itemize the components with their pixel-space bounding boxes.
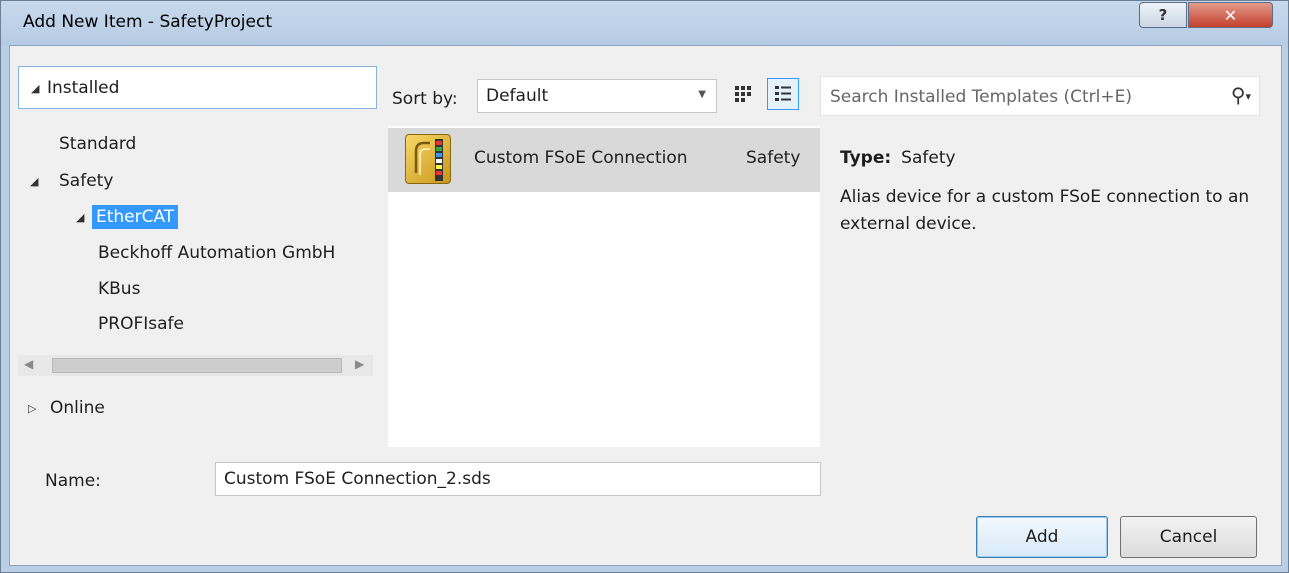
collapsed-arrow-icon: ▷ xyxy=(28,401,37,415)
tree-node-safety[interactable]: ◢ Safety xyxy=(30,166,113,196)
sort-by-value: Default xyxy=(486,86,549,106)
search-templates-box[interactable]: Search Installed Templates (Ctrl+E) ⚲▾ xyxy=(820,76,1260,116)
tree-node-installed[interactable]: ◢ Installed xyxy=(18,66,377,109)
dialog-window: Add New Item - SafetyProject ? ✕ ◢ Insta… xyxy=(0,0,1289,573)
tree-node-label: KBus xyxy=(98,279,141,299)
template-name: Custom FSoE Connection xyxy=(474,148,688,168)
scroll-right-icon[interactable]: ▶ xyxy=(355,357,364,371)
search-icon[interactable]: ⚲▾ xyxy=(1231,83,1251,107)
tree-node-label-selected: EtherCAT xyxy=(92,205,179,229)
tree-node-online[interactable]: ▷ Online xyxy=(28,393,105,423)
tree-node-profisafe[interactable]: PROFIsafe xyxy=(98,309,184,339)
expanded-arrow-icon: ◢ xyxy=(31,81,40,95)
cancel-button[interactable]: Cancel xyxy=(1120,516,1257,558)
help-button[interactable]: ? xyxy=(1139,2,1187,28)
chevron-down-icon: ▼ xyxy=(698,89,706,100)
sort-by-dropdown[interactable]: Default ▼ xyxy=(477,79,717,113)
tree-row-installed: ◢ Installed xyxy=(31,73,119,103)
small-icons-view-button[interactable] xyxy=(727,78,759,110)
grid-view-icon xyxy=(735,86,751,102)
type-value: Safety xyxy=(901,148,956,168)
add-button[interactable]: Add xyxy=(976,516,1108,558)
template-details-panel: Type: Safety Alias device for a custom FS… xyxy=(820,126,1280,447)
expanded-arrow-icon: ◢ xyxy=(30,174,39,188)
type-line: Type: Safety xyxy=(840,148,956,168)
template-description: Alias device for a custom FSoE connectio… xyxy=(840,187,1250,234)
close-button[interactable]: ✕ xyxy=(1188,2,1273,28)
help-icon: ? xyxy=(1158,6,1168,24)
tree-node-label: Online xyxy=(50,398,105,418)
details-view-button[interactable] xyxy=(767,78,799,110)
list-view-icon xyxy=(775,86,791,101)
name-input[interactable] xyxy=(215,462,821,496)
dialog-client-area: ◢ Installed Standard ◢ Safety ◢ EtherCAT… xyxy=(9,45,1282,566)
search-input[interactable]: Search Installed Templates (Ctrl+E) xyxy=(830,87,1132,107)
tree-node-label: Safety xyxy=(59,171,114,191)
close-icon: ✕ xyxy=(1223,5,1238,25)
template-list: Custom FSoE Connection Safety xyxy=(388,126,820,447)
window-title: Add New Item - SafetyProject xyxy=(23,12,272,32)
name-label: Name: xyxy=(45,471,101,491)
sort-by-label: Sort by: xyxy=(392,89,458,109)
tree-node-label: Standard xyxy=(59,134,137,154)
fsoe-device-icon xyxy=(405,134,451,184)
scroll-left-icon[interactable]: ◀ xyxy=(24,357,33,371)
type-label: Type: xyxy=(840,148,892,168)
tree-node-standard[interactable]: Standard xyxy=(59,129,136,159)
template-category: Safety xyxy=(746,148,801,168)
tree-horizontal-scrollbar[interactable]: ◀ ▶ xyxy=(18,355,373,376)
scrollbar-thumb[interactable] xyxy=(52,358,342,373)
tree-node-label: PROFIsafe xyxy=(98,314,184,334)
tree-node-label: Beckhoff Automation GmbH xyxy=(98,243,336,263)
tree-node-label: Installed xyxy=(47,78,120,98)
tree-node-kbus[interactable]: KBus xyxy=(98,274,140,304)
tree-node-ethercat[interactable]: ◢ EtherCAT xyxy=(76,202,179,232)
tree-node-beckhoff[interactable]: Beckhoff Automation GmbH xyxy=(98,238,335,268)
title-bar: Add New Item - SafetyProject ? ✕ xyxy=(1,1,1288,45)
template-item-custom-fsoe[interactable]: Custom FSoE Connection Safety xyxy=(388,128,820,192)
template-tree-panel: ◢ Installed Standard ◢ Safety ◢ EtherCAT… xyxy=(10,46,378,447)
